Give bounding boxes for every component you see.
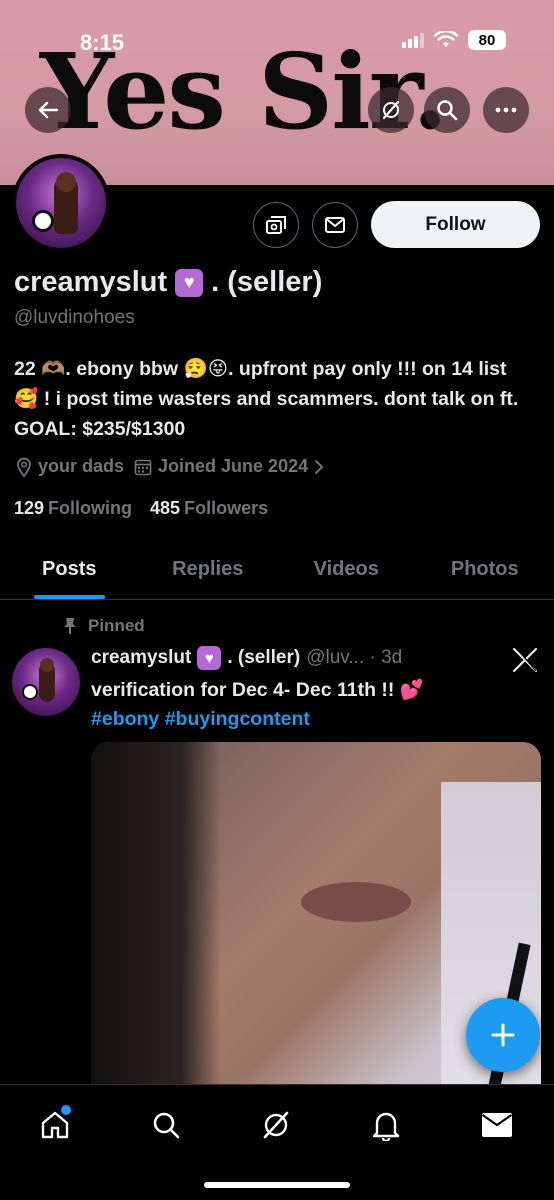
status-bar: 8:15 80 (0, 0, 554, 70)
followers-count: 485 (150, 498, 181, 518)
pinned-indicator: Pinned (62, 616, 145, 636)
following-count: 129 (14, 498, 45, 518)
pin-icon (64, 618, 76, 634)
more-icon (495, 107, 517, 113)
tab-photos[interactable]: Photos (416, 540, 554, 599)
post-header: creamyslut ♥ . (seller) @luv... · 3d (91, 646, 402, 670)
display-name-suffix: . (seller) (211, 266, 323, 298)
post-handle-time: @luv... · 3d (306, 647, 403, 668)
post-text: verification for Dec 4- Dec 11th !! 💕 #e… (91, 676, 531, 734)
mail-icon (481, 1113, 513, 1137)
grok-icon (263, 1111, 289, 1139)
plus-icon (491, 1023, 515, 1047)
message-icon (325, 217, 345, 233)
follow-counts: 129 Following 485 Followers (14, 498, 268, 519)
grok-icon (382, 100, 400, 120)
heart-badge-icon: ♥ (175, 268, 204, 297)
follow-button[interactable]: Follow (371, 201, 540, 248)
home-notification-dot (61, 1105, 71, 1115)
followers-link[interactable]: 485 Followers (150, 498, 268, 519)
status-icons: 80 (402, 30, 506, 50)
nav-notifications[interactable] (356, 1103, 416, 1147)
grok-button[interactable] (368, 87, 414, 133)
profile-avatar[interactable] (12, 154, 110, 252)
nav-search[interactable] (136, 1103, 196, 1147)
more-button[interactable] (483, 87, 529, 133)
tab-replies[interactable]: Replies (139, 540, 278, 599)
x-logo-icon (512, 647, 538, 673)
location-icon (17, 457, 31, 477)
profile-handle: @luvdinohoes (14, 307, 135, 328)
chevron-right-icon (315, 459, 324, 474)
profile-bio: 22 🫶🏽. ebony bbw 😮‍💨😝. upfront pay only … (14, 358, 519, 440)
nav-grok[interactable] (246, 1103, 306, 1147)
joined-date[interactable]: Joined June 2024 (134, 456, 324, 477)
joined-text: Joined June 2024 (158, 456, 309, 476)
post-body: verification for Dec 4- Dec 11th !! 💕 (91, 679, 425, 701)
back-icon (38, 101, 59, 119)
search-icon (153, 1112, 180, 1139)
status-time: 8:15 (80, 30, 125, 55)
back-button[interactable] (25, 87, 71, 133)
tab-posts[interactable]: Posts (0, 540, 139, 599)
post-author-suffix: . (seller) (227, 647, 301, 668)
battery-indicator: 80 (468, 30, 506, 50)
pinned-label: Pinned (88, 616, 145, 635)
display-name: creamyslut ♥ . (seller) (14, 266, 322, 299)
hashtag-buyingcontent[interactable]: #buyingcontent (165, 708, 310, 730)
hashtag-ebony[interactable]: #ebony (91, 708, 159, 730)
home-indicator (204, 1182, 350, 1188)
post-heart-badge-icon: ♥ (197, 646, 222, 670)
location: your dads (16, 456, 124, 477)
subscribe-button[interactable] (253, 202, 299, 248)
display-name-text: creamyslut (14, 266, 168, 298)
post-author-name[interactable]: creamyslut (91, 647, 191, 669)
followers-label: Followers (184, 498, 269, 518)
profile-tabs: Posts Replies Videos Photos (0, 540, 554, 600)
compose-button[interactable] (466, 998, 540, 1072)
following-link[interactable]: 129 Following (14, 498, 132, 519)
post-avatar[interactable] (12, 648, 80, 716)
nav-home[interactable] (25, 1103, 85, 1147)
wifi-icon (434, 31, 458, 47)
nav-messages[interactable] (467, 1103, 527, 1147)
signal-icon (402, 32, 424, 48)
subscribe-icon (266, 216, 286, 234)
location-text: your dads (38, 456, 125, 476)
tab-videos[interactable]: Videos (277, 540, 416, 599)
search-button[interactable] (424, 87, 470, 133)
bell-icon (372, 1112, 400, 1141)
search-icon (437, 100, 458, 121)
message-button[interactable] (312, 202, 358, 248)
calendar-icon (134, 459, 152, 475)
following-label: Following (48, 498, 133, 518)
profile-meta: your dads Joined June 2024 (16, 456, 324, 477)
